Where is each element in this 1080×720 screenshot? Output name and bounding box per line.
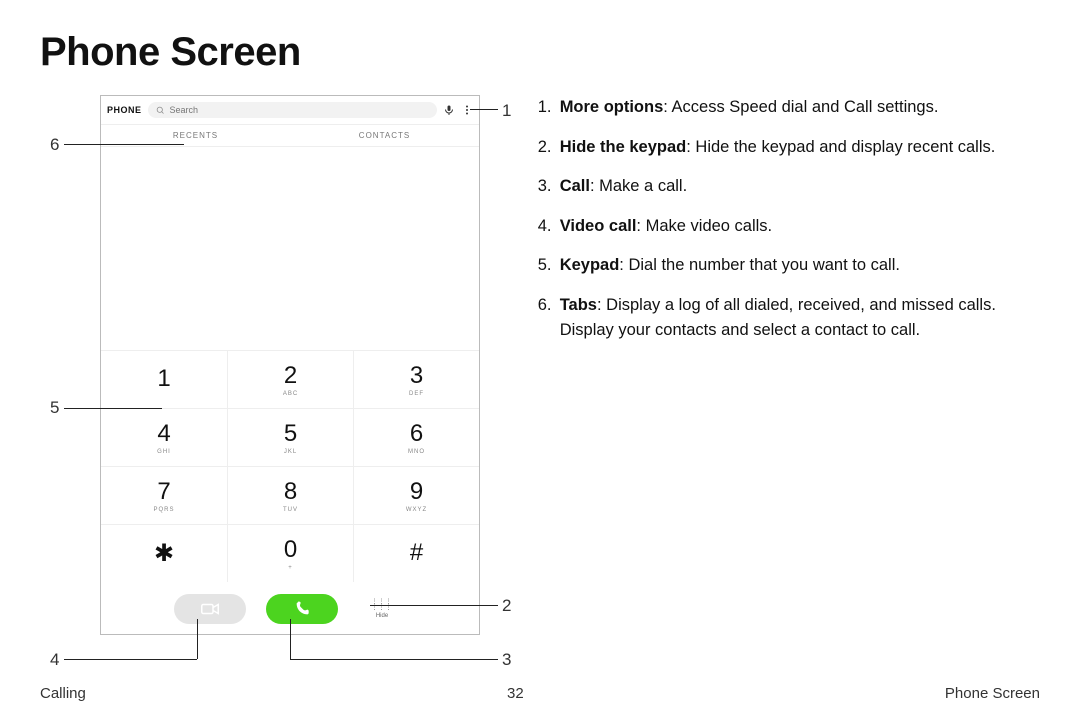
search-input[interactable]: Search — [148, 102, 437, 118]
search-icon — [156, 106, 165, 115]
footer-left: Calling — [40, 685, 86, 702]
legend-item-1: 1.More options: Access Speed dial and Ca… — [538, 95, 1040, 121]
key-1[interactable]: 1 — [101, 350, 227, 408]
callout-2: 2 — [502, 596, 511, 616]
key-4[interactable]: 4GHI — [101, 408, 227, 466]
callout-line — [64, 408, 162, 409]
callout-3: 3 — [502, 650, 511, 670]
callout-line — [64, 144, 184, 145]
more-options-icon[interactable] — [461, 104, 473, 116]
key-hash[interactable]: # — [353, 524, 479, 582]
call-button[interactable] — [266, 594, 338, 624]
video-call-button[interactable] — [174, 594, 246, 624]
callout-5: 5 — [50, 398, 59, 418]
tab-recents[interactable]: RECENTS — [101, 125, 290, 146]
key-6[interactable]: 6MNO — [353, 408, 479, 466]
key-5[interactable]: 5JKL — [227, 408, 353, 466]
search-placeholder: Search — [170, 105, 199, 115]
key-9[interactable]: 9WXYZ — [353, 466, 479, 524]
tab-contacts[interactable]: CONTACTS — [290, 125, 479, 146]
footer-right: Phone Screen — [945, 685, 1040, 702]
page-footer: Calling 32 Phone Screen — [40, 685, 1040, 702]
callout-line — [64, 659, 197, 660]
key-0[interactable]: 0+ — [227, 524, 353, 582]
key-2[interactable]: 2ABC — [227, 350, 353, 408]
page-title: Phone Screen — [40, 30, 1040, 75]
keypad: 1 2ABC 3DEF 4GHI 5JKL 6MNO 7PQRS 8TUV 9W… — [101, 350, 479, 582]
phone-mock: PHONE Search RECENTS CONTACTS — [100, 95, 480, 635]
callout-line — [290, 659, 498, 660]
footer-page: 32 — [507, 685, 524, 702]
legend-list: 1.More options: Access Speed dial and Ca… — [538, 95, 1040, 358]
callout-line — [470, 109, 498, 110]
phone-icon — [294, 601, 310, 617]
callout-6: 6 — [50, 135, 59, 155]
callout-1: 1 — [502, 101, 511, 121]
diagram-area: PHONE Search RECENTS CONTACTS — [40, 95, 504, 358]
legend-item-3: 3.Call: Make a call. — [538, 174, 1040, 200]
callout-line — [290, 619, 291, 659]
mic-icon[interactable] — [443, 104, 455, 116]
callout-line — [197, 619, 198, 659]
legend-item-5: 5.Keypad: Dial the number that you want … — [538, 253, 1040, 279]
key-7[interactable]: 7PQRS — [101, 466, 227, 524]
legend-item-6: 6.Tabs: Display a log of all dialed, rec… — [538, 293, 1040, 344]
hide-keypad-button[interactable]: ⋮⋮⋮⋮⋮⋮ Hide — [358, 599, 406, 619]
callout-line — [370, 605, 498, 606]
key-8[interactable]: 8TUV — [227, 466, 353, 524]
callout-4: 4 — [50, 650, 59, 670]
key-star[interactable]: ✱ — [101, 524, 227, 582]
app-label: PHONE — [107, 105, 142, 115]
legend-item-2: 2.Hide the keypad: Hide the keypad and d… — [538, 135, 1040, 161]
video-icon — [200, 603, 220, 615]
legend-item-4: 4.Video call: Make video calls. — [538, 214, 1040, 240]
key-3[interactable]: 3DEF — [353, 350, 479, 408]
